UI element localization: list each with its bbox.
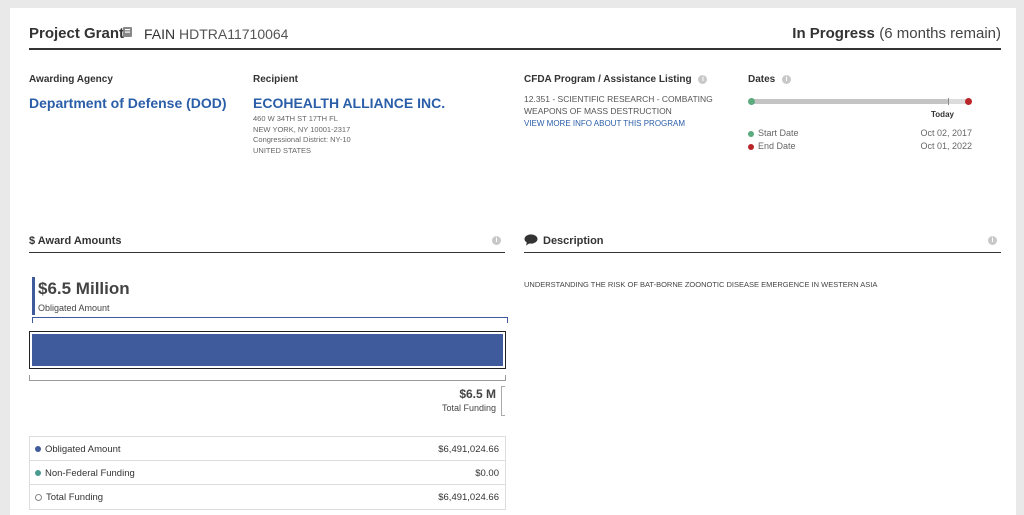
- end-date-value: Oct 01, 2022: [920, 141, 972, 151]
- obligated-indicator: [32, 277, 35, 315]
- legend-label: Obligated Amount: [45, 444, 121, 455]
- dates-label: Dates i: [748, 74, 792, 85]
- start-date-label: Start Date: [758, 128, 799, 138]
- today-label: Today: [931, 110, 954, 119]
- obligated-dot: [35, 446, 41, 453]
- book-icon: [122, 25, 133, 37]
- start-date-row: Start Date Oct 02, 2017: [748, 128, 972, 138]
- speech-bubble-icon: [524, 234, 538, 246]
- award-header: Project Grant FAIN HDTRA11710064 In Prog…: [29, 22, 1001, 50]
- today-marker: [948, 98, 949, 105]
- description-header: Description i: [524, 232, 1001, 253]
- obligated-bracket: [32, 317, 508, 323]
- timeline-progress: [750, 99, 948, 104]
- end-date-label: End Date: [758, 141, 796, 151]
- address-line: 460 W 34TH ST 17TH FL: [253, 114, 338, 123]
- description-text: UNDERSTANDING THE RISK OF BAT-BORNE ZOON…: [524, 280, 878, 289]
- legend-label: Non-Federal Funding: [45, 468, 135, 479]
- cfda-label: CFDA Program / Assistance Listing i: [524, 74, 708, 85]
- info-icon[interactable]: i: [492, 236, 501, 245]
- start-marker: [748, 98, 755, 105]
- total-funding-caption: Total Funding: [441, 403, 496, 413]
- start-date-value: Oct 02, 2017: [920, 128, 972, 138]
- non-federal-dot: [35, 470, 41, 477]
- address-line: UNITED STATES: [253, 145, 312, 155]
- info-icon[interactable]: i: [698, 74, 708, 84]
- start-date-dot: [748, 130, 754, 137]
- status-badge: In Progress (6 months remain): [792, 25, 1001, 43]
- total-bracket: [29, 375, 506, 381]
- legend-label: Total Funding: [46, 492, 104, 503]
- recipient-link[interactable]: ECOHEALTH ALLIANCE INC.: [253, 95, 445, 111]
- status-text: In Progress: [792, 25, 875, 42]
- cfda-label-text: CFDA Program / Assistance Listing: [524, 74, 692, 85]
- fain-value: HDTRA11710064: [179, 26, 289, 42]
- obligated-amount-caption: Obligated Amount: [38, 303, 110, 313]
- cfda-program: 12.351 - SCIENTIFIC RESEARCH - COMBATING…: [524, 94, 713, 116]
- info-icon[interactable]: i: [988, 236, 997, 245]
- award-summary-card: Project Grant FAIN HDTRA11710064 In Prog…: [10, 8, 1016, 515]
- total-funding-dot: [35, 493, 42, 501]
- end-marker: [965, 98, 972, 105]
- legend-value: $0.00: [475, 468, 499, 479]
- page-title: Project Grant: [29, 25, 125, 42]
- legend-value: $6,491,024.66: [438, 492, 499, 503]
- congressional-district: Congressional District: NY-10: [253, 135, 351, 144]
- legend-row-non-federal: Non-Federal Funding $0.00: [29, 461, 505, 485]
- total-indicator: [501, 386, 505, 416]
- description-title: Description: [543, 235, 604, 247]
- end-date-dot: [748, 143, 754, 150]
- awarding-agency-link[interactable]: Department of Defense (DOD): [29, 95, 227, 111]
- recipient-address: 460 W 34TH ST 17TH FL NEW YORK, NY 10001…: [253, 114, 351, 156]
- awarding-agency-label: Awarding Agency: [29, 74, 113, 85]
- dates-label-text: Dates: [748, 74, 776, 85]
- info-icon[interactable]: i: [782, 74, 792, 84]
- award-amounts-title: $ Award Amounts: [29, 235, 122, 247]
- recipient-label: Recipient: [253, 74, 299, 85]
- legend-row-obligated: Obligated Amount $6,491,024.66: [29, 437, 505, 461]
- cfda-more-info-link[interactable]: VIEW MORE INFO ABOUT THIS PROGRAM: [524, 119, 685, 128]
- total-funding-big: $6.5 M: [459, 387, 496, 401]
- obligated-bar[interactable]: [32, 334, 503, 366]
- end-date-row: End Date Oct 01, 2022: [748, 141, 972, 151]
- fain-label: FAIN: [144, 26, 176, 42]
- legend-value: $6,491,024.66: [438, 444, 499, 455]
- date-timeline: [748, 97, 972, 107]
- legend-row-total: Total Funding $6,491,024.66: [29, 485, 505, 508]
- award-amounts-header: $ Award Amounts i: [29, 232, 505, 253]
- address-line: NEW YORK, NY 10001-2317: [253, 124, 351, 134]
- status-detail: (6 months remain): [879, 25, 1001, 42]
- funding-bar-container[interactable]: [29, 331, 506, 369]
- obligated-amount-big: $6.5 Million: [38, 279, 130, 298]
